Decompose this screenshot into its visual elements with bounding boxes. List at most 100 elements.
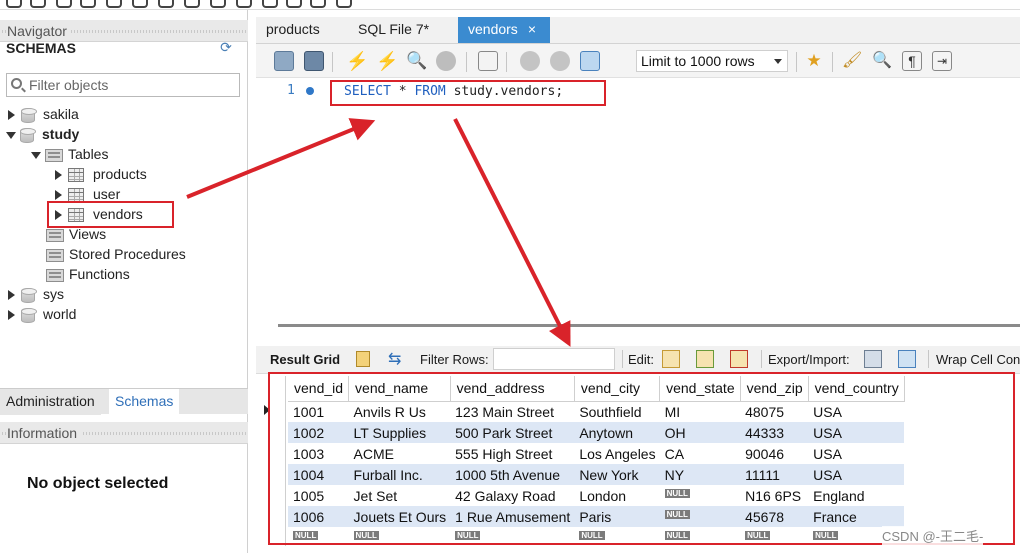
toolbar-icon[interactable] xyxy=(132,0,148,8)
tab-schemas[interactable]: Schemas xyxy=(109,389,180,415)
toolbar-icon[interactable] xyxy=(236,0,252,8)
toolbar-icon[interactable] xyxy=(80,0,96,8)
expand-arrow-icon[interactable] xyxy=(8,290,15,301)
expand-arrow-icon[interactable] xyxy=(8,110,15,121)
tree-item-tables[interactable]: Tables xyxy=(31,144,108,164)
tree-item-functions[interactable]: Functions xyxy=(46,264,130,284)
expand-arrow-icon[interactable] xyxy=(55,190,62,201)
filter-objects-box[interactable] xyxy=(6,73,240,97)
expand-arrow-icon[interactable] xyxy=(8,310,15,321)
tab-sql-file-7[interactable]: SQL File 7* xyxy=(348,17,439,43)
edit-label: Edit: xyxy=(628,352,655,367)
sql-editor[interactable] xyxy=(256,78,1020,346)
commit-icon[interactable] xyxy=(520,51,540,71)
refresh-icon[interactable]: ⟳ xyxy=(218,39,234,55)
schemas-title: SCHEMAS xyxy=(6,40,77,56)
toggle-output-icon[interactable] xyxy=(478,51,498,71)
toolbar-icon[interactable] xyxy=(336,0,352,8)
filter-rows-label: Filter Rows: xyxy=(420,352,489,367)
save-icon[interactable] xyxy=(304,51,324,71)
open-folder-icon[interactable] xyxy=(274,51,294,71)
sql-statement[interactable]: SELECT * FROM study.vendors; xyxy=(330,80,606,106)
tree-label: sys xyxy=(43,286,64,302)
views-folder-icon xyxy=(46,228,64,242)
wrap-lines-icon[interactable]: ⇥ xyxy=(932,51,952,71)
toolbar-icon[interactable] xyxy=(56,0,72,8)
collapse-arrow-icon[interactable] xyxy=(31,151,41,159)
toolbar-icon[interactable] xyxy=(6,0,22,8)
sql-keyword-select: SELECT xyxy=(344,84,391,99)
database-icon xyxy=(20,127,36,143)
document-tabbar: products SQL File 7* vendors × xyxy=(256,17,1020,44)
beautify-icon[interactable]: 🖌 xyxy=(842,51,862,71)
execute-icon[interactable]: ⚡ xyxy=(346,51,368,71)
wrap-cell-label[interactable]: Wrap Cell Cont xyxy=(936,352,1020,367)
tree-label: sakila xyxy=(43,106,79,122)
export-import-label: Export/Import: xyxy=(768,352,850,367)
tree-label: world xyxy=(43,306,77,322)
collapse-arrow-icon[interactable] xyxy=(6,131,16,139)
expand-arrow-icon[interactable] xyxy=(55,170,62,181)
tree-label: Functions xyxy=(69,266,130,282)
explain-icon[interactable]: 🔍 xyxy=(406,51,427,71)
refresh-result-icon[interactable]: ⇆ xyxy=(388,349,401,369)
navigator-bottom-tabs: Administration Schemas xyxy=(0,388,248,415)
toolbar-icon[interactable] xyxy=(158,0,174,8)
limit-rows-select[interactable]: Limit to 1000 rows xyxy=(636,50,788,72)
import-icon[interactable] xyxy=(898,350,916,368)
add-snippet-icon[interactable]: ★ xyxy=(804,51,824,71)
tree-item-sakila[interactable]: sakila xyxy=(8,104,79,124)
table-icon xyxy=(68,168,84,183)
tree-item-world[interactable]: world xyxy=(8,304,76,324)
delete-row-icon[interactable] xyxy=(730,350,748,368)
find-icon[interactable]: 🔍 xyxy=(872,51,892,71)
grid-view-icon[interactable] xyxy=(356,351,370,367)
tree-item-study[interactable]: study xyxy=(6,124,79,144)
tab-administration[interactable]: Administration xyxy=(0,389,101,415)
edit-row-icon[interactable] xyxy=(662,350,680,368)
database-icon xyxy=(21,287,37,303)
tab-products[interactable]: products xyxy=(256,17,330,43)
editor-result-splitter[interactable] xyxy=(278,324,1020,327)
search-icon xyxy=(11,78,22,89)
execute-current-icon[interactable]: ⚡ xyxy=(376,51,398,71)
tree-label: study xyxy=(42,126,80,142)
tree-label: user xyxy=(93,186,121,202)
main-toolbar-strip xyxy=(0,0,1020,10)
database-icon xyxy=(21,307,37,323)
toolbar-icon[interactable] xyxy=(106,0,122,8)
database-icon xyxy=(21,107,37,123)
watermark: CSDN @-王二毛- xyxy=(882,526,984,545)
filter-rows-input[interactable] xyxy=(493,348,615,370)
autocommit-icon[interactable] xyxy=(580,51,600,71)
no-object-message: No object selected xyxy=(27,475,169,492)
toolbar-icon[interactable] xyxy=(30,0,46,8)
toolbar-icon[interactable] xyxy=(184,0,200,8)
export-icon[interactable] xyxy=(864,350,882,368)
functions-folder-icon xyxy=(46,268,64,282)
navigator-header: Navigator xyxy=(0,20,248,42)
tree-item-stored-procedures[interactable]: Stored Procedures xyxy=(46,244,186,264)
result-toolbar: Result Grid ⇆ Filter Rows: Edit: Export/… xyxy=(256,346,1020,374)
tree-label: products xyxy=(93,166,147,182)
filter-objects-input[interactable] xyxy=(27,76,237,94)
toolbar-icon[interactable] xyxy=(262,0,278,8)
result-grid-label[interactable]: Result Grid xyxy=(270,352,340,367)
toolbar-icon[interactable] xyxy=(286,0,302,8)
add-row-icon[interactable] xyxy=(696,350,714,368)
toolbar-icon[interactable] xyxy=(310,0,326,8)
result-annotation-box xyxy=(268,372,1015,545)
information-header: Information xyxy=(0,422,248,444)
sql-table-ref: study.vendors; xyxy=(445,84,564,99)
invisible-chars-icon[interactable]: ¶ xyxy=(902,51,922,71)
close-icon[interactable]: × xyxy=(528,21,536,37)
rollback-icon[interactable] xyxy=(550,51,570,71)
tab-vendors[interactable]: vendors × xyxy=(458,17,550,43)
tree-item-products[interactable]: products xyxy=(55,164,147,184)
stop-icon[interactable] xyxy=(436,51,456,71)
sql-editor-toolbar: ⚡ ⚡ 🔍 Limit to 1000 rows ★ 🖌 🔍 ¶ ⇥ xyxy=(256,44,1020,78)
tree-item-sys[interactable]: sys xyxy=(8,284,64,304)
toolbar-icon[interactable] xyxy=(210,0,226,8)
sql-keyword-from: FROM xyxy=(414,84,446,99)
tree-label: Tables xyxy=(68,146,109,162)
